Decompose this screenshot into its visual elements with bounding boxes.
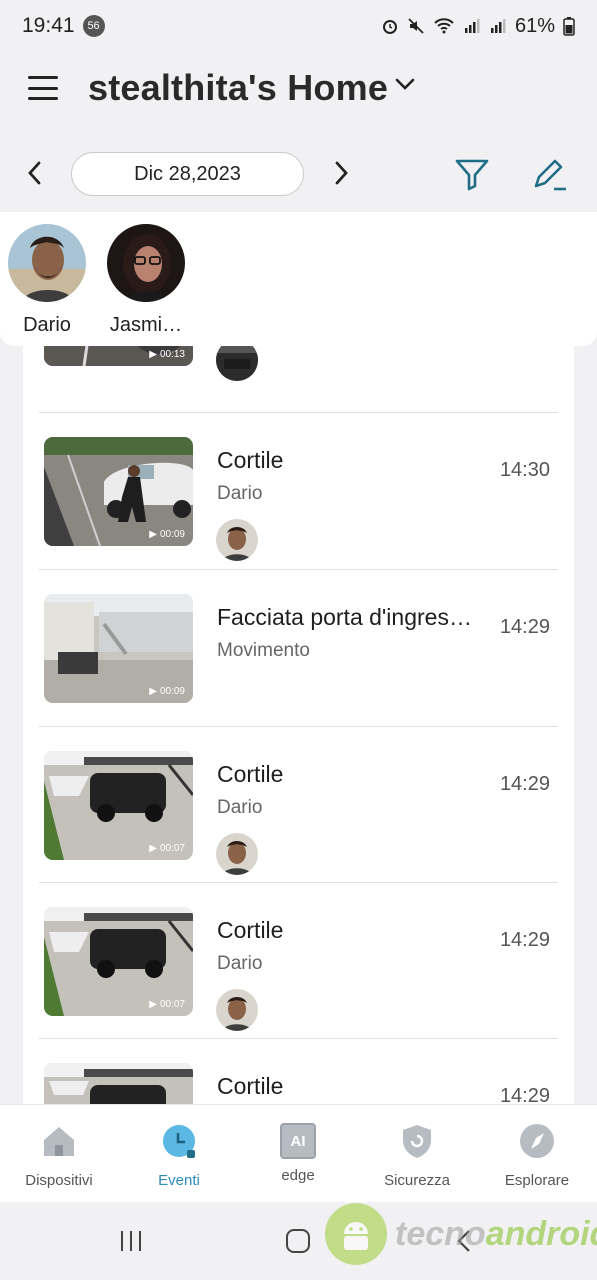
signal-icon [464,19,480,33]
chevron-left-icon [28,161,41,185]
notification-count-badge: 56 [82,15,105,37]
watermark-text-2: android [485,1214,597,1253]
event-title: Cortile [217,761,284,787]
prev-day-button[interactable] [24,158,46,188]
status-icons: 61% [381,15,575,38]
list-item[interactable]: ▶ 00:13 [23,346,574,389]
event-time: 14:29 [499,773,550,795]
edit-icon [534,159,566,191]
event-duration: ▶ 00:09 [149,686,185,697]
event-avatar [216,989,258,1031]
tab-label: Dispositivi [25,1172,93,1189]
status-bar: 19:41 56 61% [0,0,597,52]
tab-label: Sicurezza [384,1172,450,1189]
filter-icon [455,159,489,191]
avatar [107,224,185,302]
event-title: Cortile [217,447,284,473]
event-subtitle: Dario [217,483,263,504]
signal-2-icon [490,19,506,33]
event-thumbnail[interactable] [44,1063,193,1106]
battery-percentage: 61% [514,14,555,37]
list-item[interactable]: ▶ 00:07 Cortile Dario 14:29 [23,727,574,883]
event-time: 14:29 [499,929,550,951]
person-name: Jasmi… [109,314,183,336]
status-time: 19:41 [22,14,75,37]
home-button-icon[interactable] [285,1228,311,1254]
next-day-button[interactable] [330,158,352,188]
event-time: 14:29 [499,1085,550,1106]
list-item[interactable]: ▶ 00:09 Cortile Dario 14:30 [23,413,574,569]
watermark-text-1: tecno [395,1214,486,1253]
watermark-logo: tecnoandroid [325,1202,597,1266]
event-list: ▶ 00:13 ▶ 00:09 Cortile Dario 14:30 ▶ 00… [23,346,574,1106]
avatar [8,224,86,302]
person-name: Dario [23,314,71,336]
event-thumbnail[interactable]: ▶ 00:07 [44,751,193,860]
tab-esplorare[interactable]: Esplorare [482,1123,592,1189]
event-subtitle: Dario [217,797,263,818]
mute-icon [408,18,424,34]
menu-icon[interactable] [28,76,58,100]
edit-button[interactable] [530,154,570,194]
date-navigation: Dic 28,2023 [0,150,597,198]
event-thumbnail[interactable]: ▶ 00:09 [44,437,193,546]
event-avatar [216,346,258,381]
battery-icon [563,17,575,36]
people-strip: Dario Jasmi… [0,212,597,346]
person-jasmine[interactable]: Jasmi… [106,224,186,337]
alarm-icon [382,20,397,34]
event-title: Cortile [217,917,284,943]
person-dario[interactable]: Dario [7,224,87,337]
list-item[interactable]: Cortile 14:29 [23,1039,574,1106]
event-title: Facciata porta d'ingres… [217,604,472,630]
event-duration: ▶ 00:13 [149,349,185,360]
event-duration: ▶ 00:09 [149,529,185,540]
tab-dispositivi[interactable]: Dispositivi [4,1123,114,1189]
clock-icon [163,1125,195,1158]
home-title[interactable]: stealthita's Home [88,67,388,109]
event-thumbnail[interactable]: ▶ 00:09 [44,594,193,703]
date-picker[interactable]: Dic 28,2023 [71,152,304,196]
event-avatar [216,833,258,875]
wifi-icon [434,18,454,34]
compass-icon [520,1124,554,1158]
recent-apps-icon[interactable] [118,1228,144,1254]
tab-sicurezza[interactable]: Sicurezza [362,1123,472,1189]
event-duration: ▶ 00:07 [149,999,185,1010]
event-avatar [216,519,258,561]
event-title: Cortile [217,1073,284,1099]
event-subtitle: Movimento [217,640,310,661]
home-icon [44,1127,74,1156]
tab-eventi[interactable]: Eventi [124,1123,234,1189]
filter-button[interactable] [452,154,492,194]
android-robot-icon [325,1203,387,1265]
ai-chip-icon: AI [280,1123,316,1159]
chevron-right-icon [335,161,348,185]
event-subtitle: Dario [217,953,263,974]
event-thumbnail[interactable]: ▶ 00:13 [44,346,193,366]
event-duration: ▶ 00:07 [149,843,185,854]
event-thumbnail[interactable]: ▶ 00:07 [44,907,193,1016]
bottom-navigation: Dispositivi Eventi AI edge Sicurezza Esp… [0,1104,597,1202]
event-time: 14:29 [499,616,550,638]
chevron-down-icon[interactable] [394,76,416,92]
event-time: 14:30 [499,459,550,481]
shield-icon [403,1125,431,1158]
list-item[interactable]: ▶ 00:09 Facciata porta d'ingres… Movimen… [23,570,574,726]
date-label: Dic 28,2023 [134,162,241,185]
tab-label: Eventi [158,1172,200,1189]
app-header: stealthita's Home [0,52,597,124]
tab-label: Esplorare [504,1172,570,1189]
list-item[interactable]: ▶ 00:07 Cortile Dario 14:29 [23,883,574,1039]
tab-label: edge [281,1167,315,1184]
tab-edge[interactable]: AI edge [243,1123,353,1184]
